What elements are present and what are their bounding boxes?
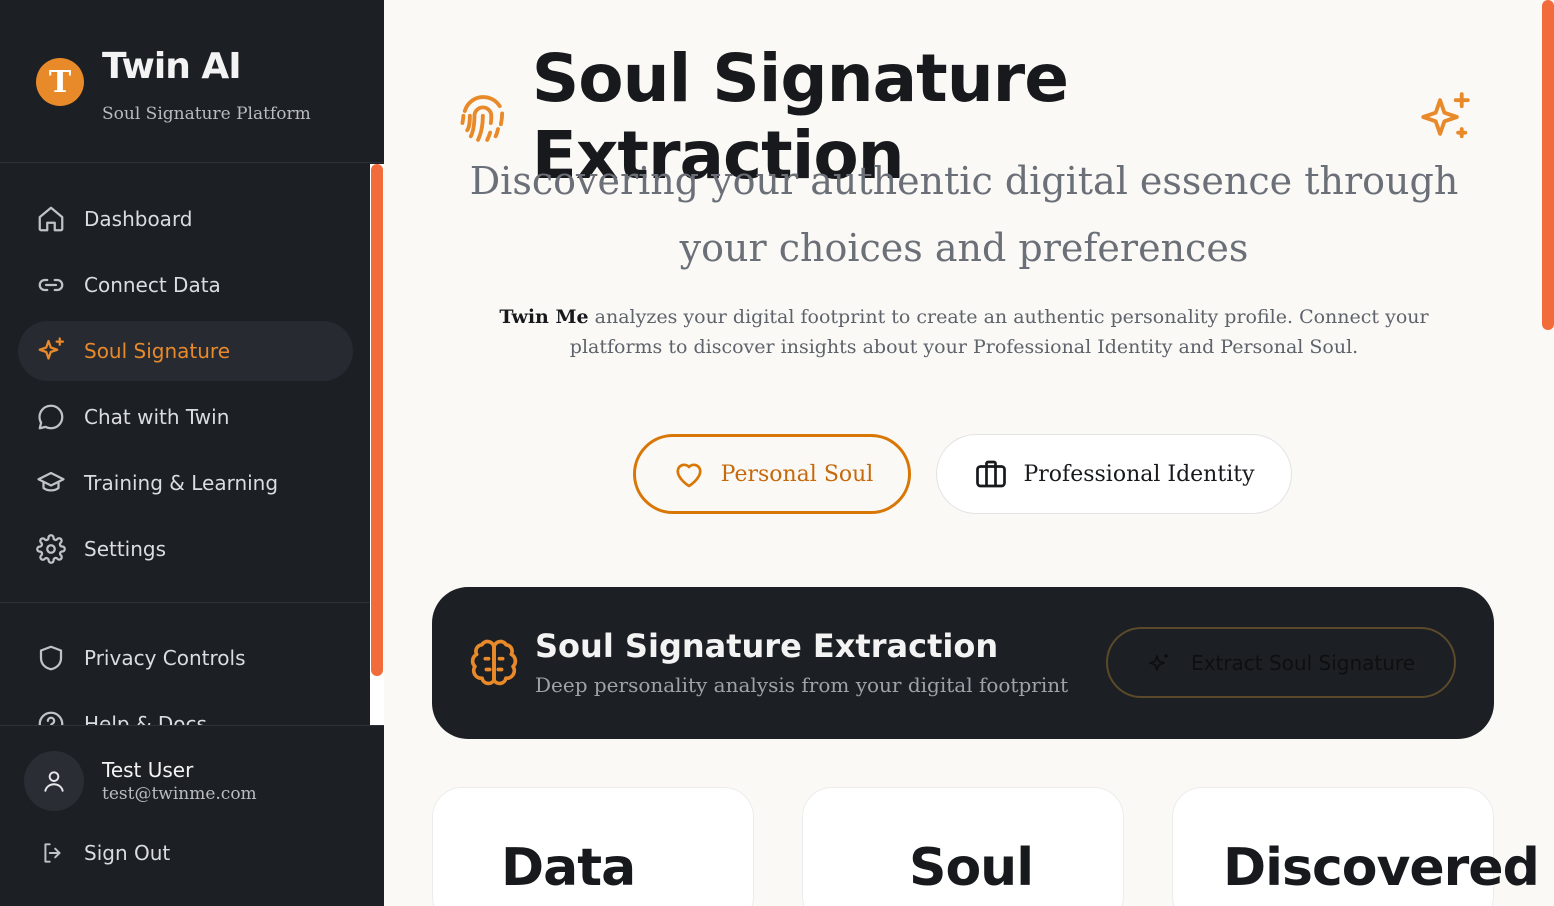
stat-card-data: Data (432, 787, 754, 906)
briefcase-icon (976, 460, 1007, 488)
user-email: test@twinme.com (102, 784, 257, 804)
brand-subtitle: Soul Signature Platform (102, 104, 311, 124)
professional-identity-label: Professional Identity (1023, 461, 1255, 487)
user-icon (44, 771, 64, 792)
stat-card-title: Discovered (1223, 838, 1540, 898)
sidebar-nav: Dashboard Connect Data Soul Signature Ch… (0, 164, 384, 725)
graduation-cap-icon (37, 471, 65, 492)
page-description: Twin Me analyzes your digital footprint … (474, 302, 1454, 362)
sidebar-item-label: Soul Signature (84, 339, 231, 363)
main-content: Soul Signature Extraction Discovering yo… (384, 0, 1540, 906)
brand-title: Twin AI (102, 46, 242, 87)
stat-card-discovered: Discovered (1172, 787, 1540, 906)
sidebar: T Twin AI Soul Signature Platform Dashbo… (0, 0, 384, 906)
sparkles-icon (1421, 92, 1470, 139)
sidebar-item-dashboard[interactable]: Dashboard (18, 189, 353, 249)
description-brand: Twin Me (499, 306, 589, 328)
sparkles-icon (38, 337, 64, 360)
extract-button-label: Extract Soul Signature (1191, 650, 1415, 675)
sidebar-item-label: Training & Learning (84, 471, 279, 495)
user-name: Test User (102, 758, 194, 782)
sidebar-item-label: Settings (84, 537, 167, 561)
sidebar-item-privacy[interactable]: Privacy Controls (18, 628, 353, 688)
sign-out-label: Sign Out (84, 841, 171, 865)
stat-card-title: Soul (909, 838, 1034, 898)
extraction-subtitle: Deep personality analysis from your digi… (535, 673, 1069, 697)
sidebar-item-training[interactable]: Training & Learning (18, 453, 353, 513)
sidebar-item-label: Privacy Controls (84, 646, 246, 670)
brand-header: T Twin AI Soul Signature Platform (0, 0, 384, 163)
extraction-title: Soul Signature Extraction (535, 627, 999, 665)
sparkles-icon (1149, 653, 1168, 671)
chat-icon (38, 404, 64, 430)
avatar[interactable] (24, 751, 84, 811)
brain-icon (470, 639, 518, 686)
personal-soul-label: Personal Soul (720, 461, 874, 487)
stat-card-soul: Soul (802, 787, 1124, 906)
shield-icon (39, 645, 63, 671)
sidebar-item-settings[interactable]: Settings (18, 519, 353, 579)
sidebar-scrollbar-thumb[interactable] (371, 164, 383, 676)
sign-out-icon (44, 843, 61, 863)
sidebar-item-help[interactable]: Help & Docs (18, 694, 353, 725)
extract-soul-signature-button[interactable]: Extract Soul Signature (1106, 627, 1456, 698)
user-panel: Test User test@twinme.com Sign Out (0, 725, 384, 906)
sidebar-item-chat[interactable]: Chat with Twin (18, 387, 353, 447)
description-text: analyzes your digital footprint to creat… (569, 306, 1429, 358)
help-circle-icon (38, 711, 64, 725)
gear-icon (36, 534, 66, 564)
stat-card-title: Data (501, 838, 636, 898)
heart-icon (676, 463, 702, 488)
sidebar-item-connect-data[interactable]: Connect Data (18, 255, 353, 315)
sidebar-item-label: Help & Docs (84, 712, 207, 725)
professional-identity-toggle[interactable]: Professional Identity (936, 434, 1292, 514)
nav-divider (0, 602, 370, 603)
fingerprint-icon (460, 95, 505, 142)
sidebar-item-label: Dashboard (84, 207, 193, 231)
sidebar-item-label: Connect Data (84, 273, 221, 297)
personal-soul-toggle[interactable]: Personal Soul (633, 434, 911, 514)
page-scrollbar-thumb[interactable] (1542, 0, 1554, 330)
sign-out-button[interactable]: Sign Out (40, 840, 170, 866)
sidebar-item-label: Chat with Twin (84, 405, 230, 429)
brand-logo: T (36, 58, 84, 106)
link-icon (38, 278, 64, 292)
home-icon (38, 206, 64, 232)
sidebar-item-soul-signature[interactable]: Soul Signature (18, 321, 353, 381)
page-subtitle: Discovering your authentic digital essen… (469, 159, 1459, 270)
extraction-card: Soul Signature Extraction Deep personali… (432, 587, 1494, 739)
